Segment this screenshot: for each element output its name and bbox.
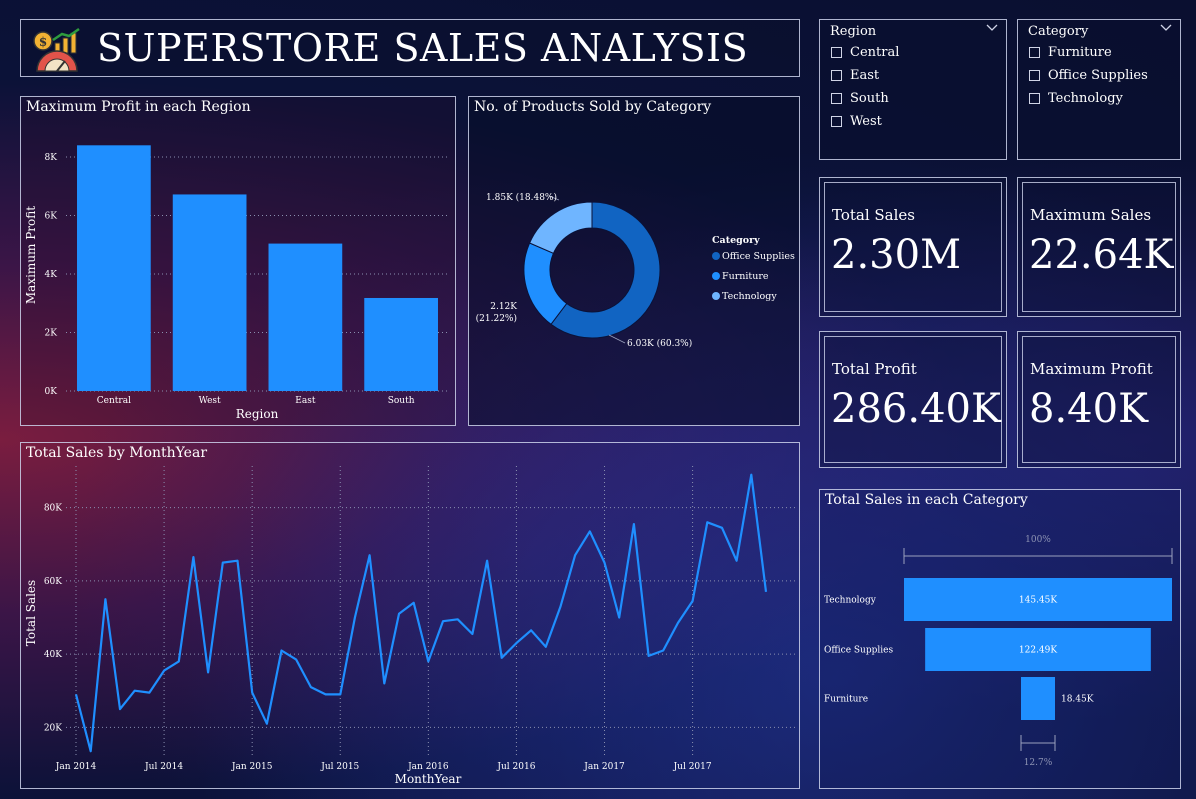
x-tick-label: Jul 2017	[673, 762, 712, 772]
y-tick-label: 60K	[44, 577, 62, 587]
category-funnel-chart-panel: Total Sales in each Category 100% Technol…	[819, 489, 1181, 789]
category-slicer[interactable]: Category Furniture Office Supplies Techn…	[1017, 19, 1181, 160]
bar	[268, 243, 343, 391]
category-option-technology[interactable]: Technology	[1029, 91, 1123, 106]
kpi-card-maximum-profit: Maximum Profit 8.40K	[1017, 331, 1181, 468]
legend-marker	[712, 292, 720, 300]
legend-marker	[712, 252, 720, 260]
page-title: SUPERSTORE SALES ANALYSIS	[97, 26, 749, 70]
y-tick-label: 0K	[45, 387, 58, 397]
region-slicer-label: Region	[830, 24, 877, 39]
svg-text:$: $	[39, 35, 47, 49]
chevron-down-icon[interactable]	[986, 23, 998, 33]
kpi-card-maximum-sales: Maximum Sales 22.64K	[1017, 177, 1181, 317]
kpi-label: Total Sales	[832, 206, 915, 224]
kpi-label: Total Profit	[832, 360, 917, 378]
y-axis-label: Maximum Profit	[24, 206, 38, 304]
y-tick-label: 2K	[45, 329, 58, 339]
products-donut-chart-panel: No. of Products Sold by Category 6.03K (…	[468, 96, 800, 426]
x-tick-label: Jan 2017	[583, 762, 625, 772]
kpi-value: 2.30M	[831, 232, 962, 278]
bar-chart: 0K 2K 4K 6K 8K Central West East South Region Maxi…	[24, 145, 449, 421]
checkbox[interactable]	[831, 47, 842, 58]
data-label: 18.45K	[1061, 695, 1094, 705]
data-label: 1.85K (18.48%)	[486, 192, 557, 203]
category-label: Furniture	[824, 695, 868, 705]
y-tick-label: 80K	[44, 504, 62, 514]
checkbox[interactable]	[831, 70, 842, 81]
x-tick-label: Jan 2014	[55, 762, 97, 772]
money-growth-icon: $	[33, 27, 80, 72]
y-tick-label: 40K	[44, 650, 62, 660]
checkbox[interactable]	[831, 116, 842, 127]
x-tick-label: East	[295, 396, 316, 406]
x-tick-label: West	[199, 396, 221, 406]
x-tick-label: Jan 2016	[407, 762, 449, 772]
y-tick-label: 20K	[44, 723, 62, 733]
x-tick-label: Jan 2015	[231, 762, 273, 772]
donut-slice	[523, 242, 568, 325]
checkbox[interactable]	[1029, 47, 1040, 58]
data-label: 145.45K	[1019, 596, 1057, 606]
x-tick-label: Central	[97, 396, 131, 406]
bar	[172, 194, 247, 391]
data-label: 122.49K	[1019, 646, 1057, 656]
kpi-label: Maximum Profit	[1030, 360, 1153, 378]
legend-label: Technology	[722, 291, 777, 302]
kpi-card-total-profit: Total Profit 286.40K	[819, 331, 1007, 468]
category-option-office-supplies[interactable]: Office Supplies	[1029, 68, 1148, 83]
legend-title: Category	[712, 235, 760, 246]
x-tick-label: South	[388, 396, 415, 406]
legend-label: Furniture	[722, 271, 769, 282]
x-tick-label: Jul 2016	[496, 762, 535, 772]
kpi-card-total-sales: Total Sales 2.30M	[819, 177, 1007, 317]
data-label: (21.22%)	[476, 313, 517, 324]
region-option-central[interactable]: Central	[831, 45, 899, 60]
y-tick-label: 8K	[45, 153, 58, 163]
chevron-down-icon[interactable]	[1160, 23, 1172, 33]
category-label: Technology	[824, 596, 877, 606]
percent-label: 100%	[1025, 535, 1051, 545]
title-banner: $ SUPERSTORE SALES ANALYSIS	[20, 19, 800, 77]
kpi-value: 286.40K	[831, 386, 1001, 432]
region-option-east[interactable]: East	[831, 68, 879, 83]
percent-label: 12.7%	[1024, 758, 1053, 768]
checkbox[interactable]	[1029, 70, 1040, 81]
x-tick-label: Jul 2014	[144, 762, 183, 772]
bar	[77, 145, 151, 391]
legend-label: Office Supplies	[722, 251, 795, 262]
donut-slice	[528, 201, 593, 254]
category-slicer-label: Category	[1028, 24, 1089, 39]
y-axis-label: Total Sales	[24, 580, 38, 646]
category-label: Office Supplies	[824, 646, 893, 656]
checkbox[interactable]	[831, 93, 842, 104]
max-profit-bar-chart-panel: Maximum Profit in each Region 0K 2K 4K 6K 8K…	[20, 96, 456, 426]
kpi-value: 8.40K	[1029, 386, 1148, 432]
sales-line-chart-panel: Total Sales by MonthYear 20K 40K 60K 80K Jan…	[20, 442, 800, 789]
x-axis-label: MonthYear	[395, 772, 462, 786]
kpi-value: 22.64K	[1029, 232, 1174, 278]
y-tick-label: 4K	[45, 270, 58, 280]
region-option-south[interactable]: South	[831, 91, 889, 106]
data-label: 2.12K	[490, 302, 517, 312]
line-chart: 20K 40K 60K 80K Jan 2014 Jul 2014 Jan 2015 Jul …	[24, 466, 796, 786]
data-label: 6.03K (60.3%)	[627, 338, 692, 349]
funnel-bar	[1021, 677, 1055, 720]
region-option-west[interactable]: West	[831, 114, 882, 129]
category-option-furniture[interactable]: Furniture	[1029, 45, 1112, 60]
checkbox[interactable]	[1029, 93, 1040, 104]
x-axis-label: Region	[236, 407, 279, 421]
y-tick-label: 6K	[45, 212, 58, 222]
region-slicer[interactable]: Region Central East South West	[819, 19, 1007, 160]
donut-chart: 6.03K (60.3%) 2.12K(21.22%) 1.85K (18.48%)…	[476, 192, 795, 349]
kpi-label: Maximum Sales	[1030, 206, 1152, 224]
leader-line	[608, 334, 626, 344]
sales-line	[74, 473, 768, 753]
bar	[364, 297, 438, 391]
legend-marker	[712, 272, 720, 280]
x-tick-label: Jul 2015	[320, 762, 359, 772]
funnel-chart: 100% Technology 145.45K Office Supplies 122.…	[824, 535, 1173, 768]
